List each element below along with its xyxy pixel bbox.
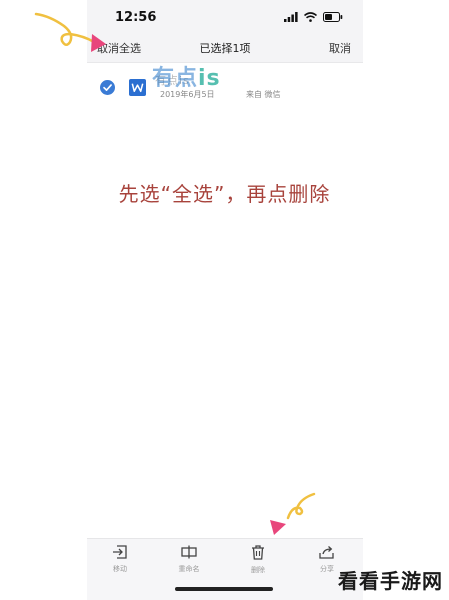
move-icon <box>113 545 127 559</box>
checkmark-circle-icon[interactable] <box>100 80 115 95</box>
home-indicator <box>175 587 273 591</box>
watermark-logo: 有点is <box>152 60 221 92</box>
pointer-arrow-bottom-icon <box>270 492 316 535</box>
move-label: 移动 <box>113 565 127 573</box>
pointer-arrow-top-icon <box>34 12 106 52</box>
trash-icon <box>252 545 264 560</box>
word-document-icon <box>129 79 146 96</box>
cancel-button[interactable]: 取消 <box>329 40 351 56</box>
move-button[interactable]: 移动 <box>95 545 145 574</box>
share-icon <box>319 546 334 559</box>
rename-label: 重命名 <box>178 565 200 573</box>
signal-icon <box>284 12 298 22</box>
watermark-part2: is <box>198 66 221 91</box>
delete-button[interactable]: 删除 <box>233 545 283 575</box>
selection-nav-bar: 取消全选 已选择1项 取消 <box>87 36 363 63</box>
rename-button[interactable]: 重命名 <box>164 545 214 574</box>
delete-label: 删除 <box>251 566 265 574</box>
battery-icon <box>323 12 343 22</box>
status-icons <box>284 12 343 22</box>
wifi-icon <box>304 12 317 22</box>
file-list-item[interactable]: 有点is 2019年6月5日 来自 微信 <box>87 66 363 110</box>
watermark-part1: 有点 <box>152 66 199 91</box>
phone-screen: 12:56 取消全选 已选择1项 取消 有点is 2019年6月5日 来自 微信… <box>87 0 363 600</box>
instruction-caption: 先选“全选”，再点删除 <box>118 182 331 206</box>
file-source: 来自 微信 <box>246 90 281 99</box>
selection-title: 已选择1项 <box>199 42 251 55</box>
rename-icon <box>181 545 197 559</box>
status-bar: 12:56 <box>87 0 363 36</box>
status-time: 12:56 <box>115 10 157 25</box>
corner-watermark: 看看手游网 <box>338 569 443 593</box>
